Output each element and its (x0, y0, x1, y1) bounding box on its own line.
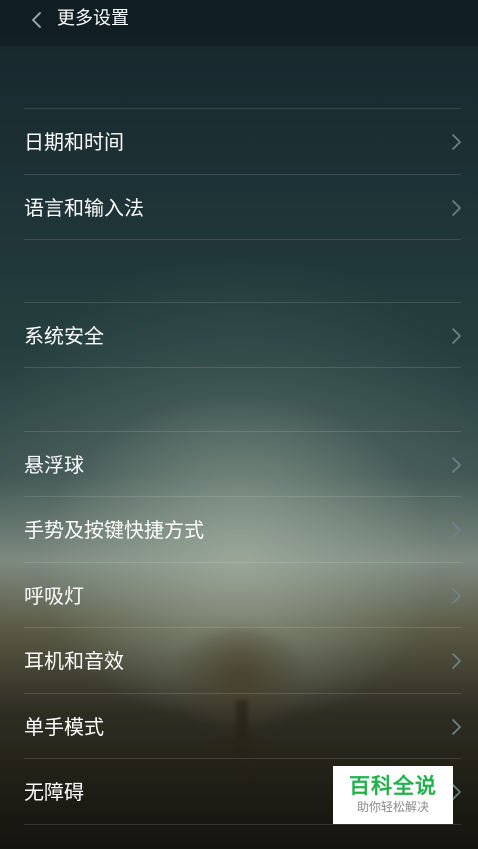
chevron-right-icon (452, 718, 461, 735)
chevron-left-icon (32, 12, 41, 28)
divider (24, 824, 461, 825)
header-bar: 更多设置 (0, 0, 478, 46)
settings-item-language-input[interactable]: 语言和输入法 (0, 175, 478, 240)
chevron-right-icon (452, 133, 461, 150)
settings-item-label: 耳机和音效 (24, 648, 124, 673)
settings-item-label: 日期和时间 (24, 129, 124, 154)
back-button[interactable] (24, 8, 48, 32)
settings-item-one-hand-mode[interactable]: 单手模式 (0, 694, 478, 759)
settings-item-label: 无障碍 (24, 779, 84, 804)
page-title: 更多设置 (57, 8, 129, 29)
settings-item-gesture-shortcuts[interactable]: 手势及按键快捷方式 (0, 497, 478, 562)
settings-item-label: 呼吸灯 (24, 583, 84, 608)
divider (24, 367, 461, 368)
chevron-right-icon (452, 456, 461, 473)
settings-item-headphones-audio[interactable]: 耳机和音效 (0, 628, 478, 693)
chevron-right-icon (452, 521, 461, 538)
watermark-subtitle: 助你轻松解决 (356, 800, 429, 814)
chevron-right-icon (452, 199, 461, 216)
settings-item-system-security[interactable]: 系统安全 (0, 303, 478, 368)
settings-item-label: 单手模式 (24, 714, 104, 739)
settings-item-floating-ball[interactable]: 悬浮球 (0, 432, 478, 497)
chevron-right-icon (452, 327, 461, 344)
settings-item-breathing-light[interactable]: 呼吸灯 (0, 563, 478, 628)
baike-watermark-logo: 百科全说 助你轻松解决 (333, 766, 453, 824)
settings-item-label: 语言和输入法 (24, 195, 144, 220)
settings-item-date-time[interactable]: 日期和时间 (0, 109, 478, 174)
settings-item-label: 手势及按键快捷方式 (24, 517, 204, 542)
settings-item-label: 系统安全 (24, 323, 104, 348)
settings-item-label: 悬浮球 (24, 452, 84, 477)
chevron-right-icon (452, 652, 461, 669)
divider (24, 239, 461, 240)
watermark-title: 百科全说 (349, 774, 437, 798)
chevron-right-icon (452, 587, 461, 604)
